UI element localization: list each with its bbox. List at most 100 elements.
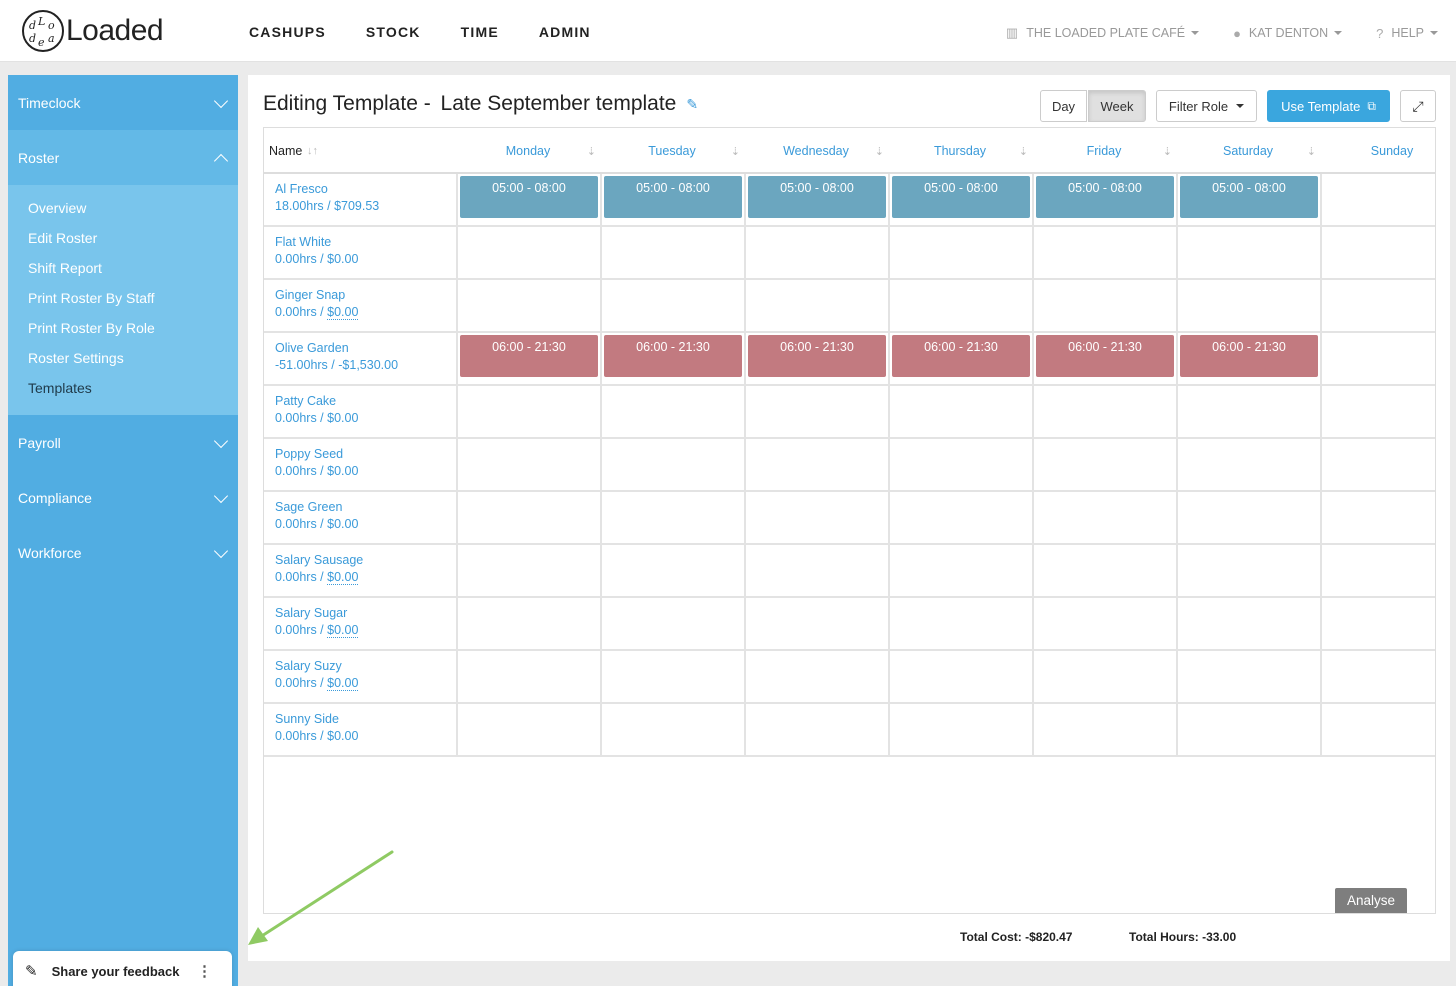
day-cell[interactable] (456, 280, 600, 331)
day-cell[interactable]: 06:00 - 21:30 (456, 333, 600, 384)
sidebar-roster[interactable]: Roster (8, 130, 238, 185)
day-column-header[interactable]: Tuesday ⇣ (600, 128, 744, 174)
day-column-header[interactable]: Friday ⇣ (1032, 128, 1176, 174)
day-column-header[interactable]: Wednesday ⇣ (744, 128, 888, 174)
use-template-button[interactable]: Use Template ⧉ (1267, 90, 1390, 122)
shift-block[interactable]: 06:00 - 21:30 (892, 335, 1030, 377)
staff-name[interactable]: Flat White (275, 234, 456, 251)
shift-block[interactable]: 06:00 - 21:30 (1036, 335, 1174, 377)
day-cell[interactable] (1320, 545, 1456, 596)
day-cell[interactable] (888, 651, 1032, 702)
day-cell[interactable] (1176, 598, 1320, 649)
shift-block[interactable]: 06:00 - 21:30 (1180, 335, 1318, 377)
filter-role-dropdown[interactable]: Filter Role (1156, 90, 1257, 122)
day-cell[interactable] (1176, 651, 1320, 702)
day-cell[interactable] (600, 280, 744, 331)
sidebar-item-edit-roster[interactable]: Edit Roster (8, 223, 238, 253)
day-cell[interactable] (456, 227, 600, 278)
day-cell[interactable]: 05:00 - 08:00 (744, 174, 888, 225)
day-cell[interactable] (888, 704, 1032, 755)
name-column-header[interactable]: Name ↓↑ (269, 128, 419, 174)
day-cell[interactable] (1032, 492, 1176, 543)
day-cell[interactable] (1320, 333, 1456, 384)
sort-icon[interactable]: ⇣ (1307, 145, 1316, 158)
day-cell[interactable] (888, 386, 1032, 437)
sidebar-item-roster-settings[interactable]: Roster Settings (8, 343, 238, 373)
sort-icon[interactable]: ⇣ (587, 145, 596, 158)
sidebar-item-templates[interactable]: Templates (8, 373, 238, 403)
day-column-header[interactable]: Thursday ⇣ (888, 128, 1032, 174)
day-cell[interactable] (1320, 174, 1456, 225)
day-cell[interactable] (744, 651, 888, 702)
day-cell[interactable] (456, 545, 600, 596)
day-cell[interactable]: 06:00 - 21:30 (1176, 333, 1320, 384)
staff-name[interactable]: Olive Garden (275, 340, 456, 357)
day-cell[interactable] (1176, 492, 1320, 543)
day-cell[interactable] (888, 545, 1032, 596)
shift-block[interactable]: 05:00 - 08:00 (748, 176, 886, 218)
day-cell[interactable] (600, 227, 744, 278)
day-cell[interactable] (456, 704, 600, 755)
sort-icon[interactable]: ⇣ (731, 145, 740, 158)
day-cell[interactable] (456, 492, 600, 543)
day-cell[interactable] (1032, 651, 1176, 702)
day-cell[interactable] (744, 598, 888, 649)
day-cell[interactable] (456, 598, 600, 649)
shift-block[interactable]: 06:00 - 21:30 (748, 335, 886, 377)
day-cell[interactable]: 06:00 - 21:30 (600, 333, 744, 384)
day-cell[interactable] (1032, 598, 1176, 649)
sidebar-item-print-roster-by-staff[interactable]: Print Roster By Staff (8, 283, 238, 313)
day-cell[interactable] (1176, 227, 1320, 278)
user-dropdown[interactable]: ● KAT DENTON (1233, 26, 1343, 41)
day-cell[interactable] (744, 386, 888, 437)
nav-cashups[interactable]: CASHUPS (249, 24, 326, 40)
day-cell[interactable] (744, 704, 888, 755)
day-view-button[interactable]: Day (1040, 90, 1087, 122)
day-cell[interactable] (1176, 704, 1320, 755)
edit-pencil-icon[interactable]: ✎ (686, 96, 698, 113)
staff-name[interactable]: Patty Cake (275, 393, 456, 410)
shift-block[interactable]: 05:00 - 08:00 (892, 176, 1030, 218)
feedback-widget[interactable]: ✎ Share your feedback ⋮ (13, 951, 232, 986)
sidebar-item-print-roster-by-role[interactable]: Print Roster By Role (8, 313, 238, 343)
day-cell[interactable]: 06:00 - 21:30 (888, 333, 1032, 384)
staff-name[interactable]: Poppy Seed (275, 446, 456, 463)
shift-block[interactable]: 05:00 - 08:00 (460, 176, 598, 218)
day-cell[interactable] (600, 439, 744, 490)
day-column-header[interactable]: Sunday (1320, 128, 1456, 174)
day-cell[interactable] (888, 227, 1032, 278)
day-cell[interactable] (1320, 439, 1456, 490)
day-cell[interactable] (888, 492, 1032, 543)
sidebar-compliance[interactable]: Compliance (8, 470, 238, 525)
sidebar-item-overview[interactable]: Overview (8, 193, 238, 223)
day-cell[interactable] (456, 651, 600, 702)
day-cell[interactable]: 05:00 - 08:00 (1032, 174, 1176, 225)
day-cell[interactable]: 05:00 - 08:00 (600, 174, 744, 225)
day-column-header[interactable]: Saturday ⇣ (1176, 128, 1320, 174)
sidebar-payroll[interactable]: Payroll (8, 415, 238, 470)
help-dropdown[interactable]: ? HELP (1376, 26, 1438, 41)
day-cell[interactable] (1032, 386, 1176, 437)
day-cell[interactable] (1032, 704, 1176, 755)
day-cell[interactable] (600, 704, 744, 755)
day-cell[interactable]: 05:00 - 08:00 (456, 174, 600, 225)
day-cell[interactable] (600, 651, 744, 702)
shift-block[interactable]: 05:00 - 08:00 (1180, 176, 1318, 218)
day-cell[interactable] (600, 386, 744, 437)
day-cell[interactable]: 06:00 - 21:30 (744, 333, 888, 384)
staff-name[interactable]: Sunny Side (275, 711, 456, 728)
day-cell[interactable] (1320, 227, 1456, 278)
day-cell[interactable] (1176, 386, 1320, 437)
day-column-header[interactable]: Monday ⇣ (456, 128, 600, 174)
staff-name[interactable]: Al Fresco (275, 181, 456, 198)
nav-stock[interactable]: STOCK (366, 24, 421, 40)
shift-block[interactable]: 06:00 - 21:30 (604, 335, 742, 377)
day-cell[interactable] (744, 280, 888, 331)
staff-cost[interactable]: $0.00 (327, 623, 359, 638)
shift-block[interactable]: 05:00 - 08:00 (604, 176, 742, 218)
day-cell[interactable] (1176, 280, 1320, 331)
staff-name[interactable]: Salary Sausage (275, 552, 456, 569)
sidebar-item-shift-report[interactable]: Shift Report (8, 253, 238, 283)
day-cell[interactable] (1032, 280, 1176, 331)
day-cell[interactable] (1032, 227, 1176, 278)
